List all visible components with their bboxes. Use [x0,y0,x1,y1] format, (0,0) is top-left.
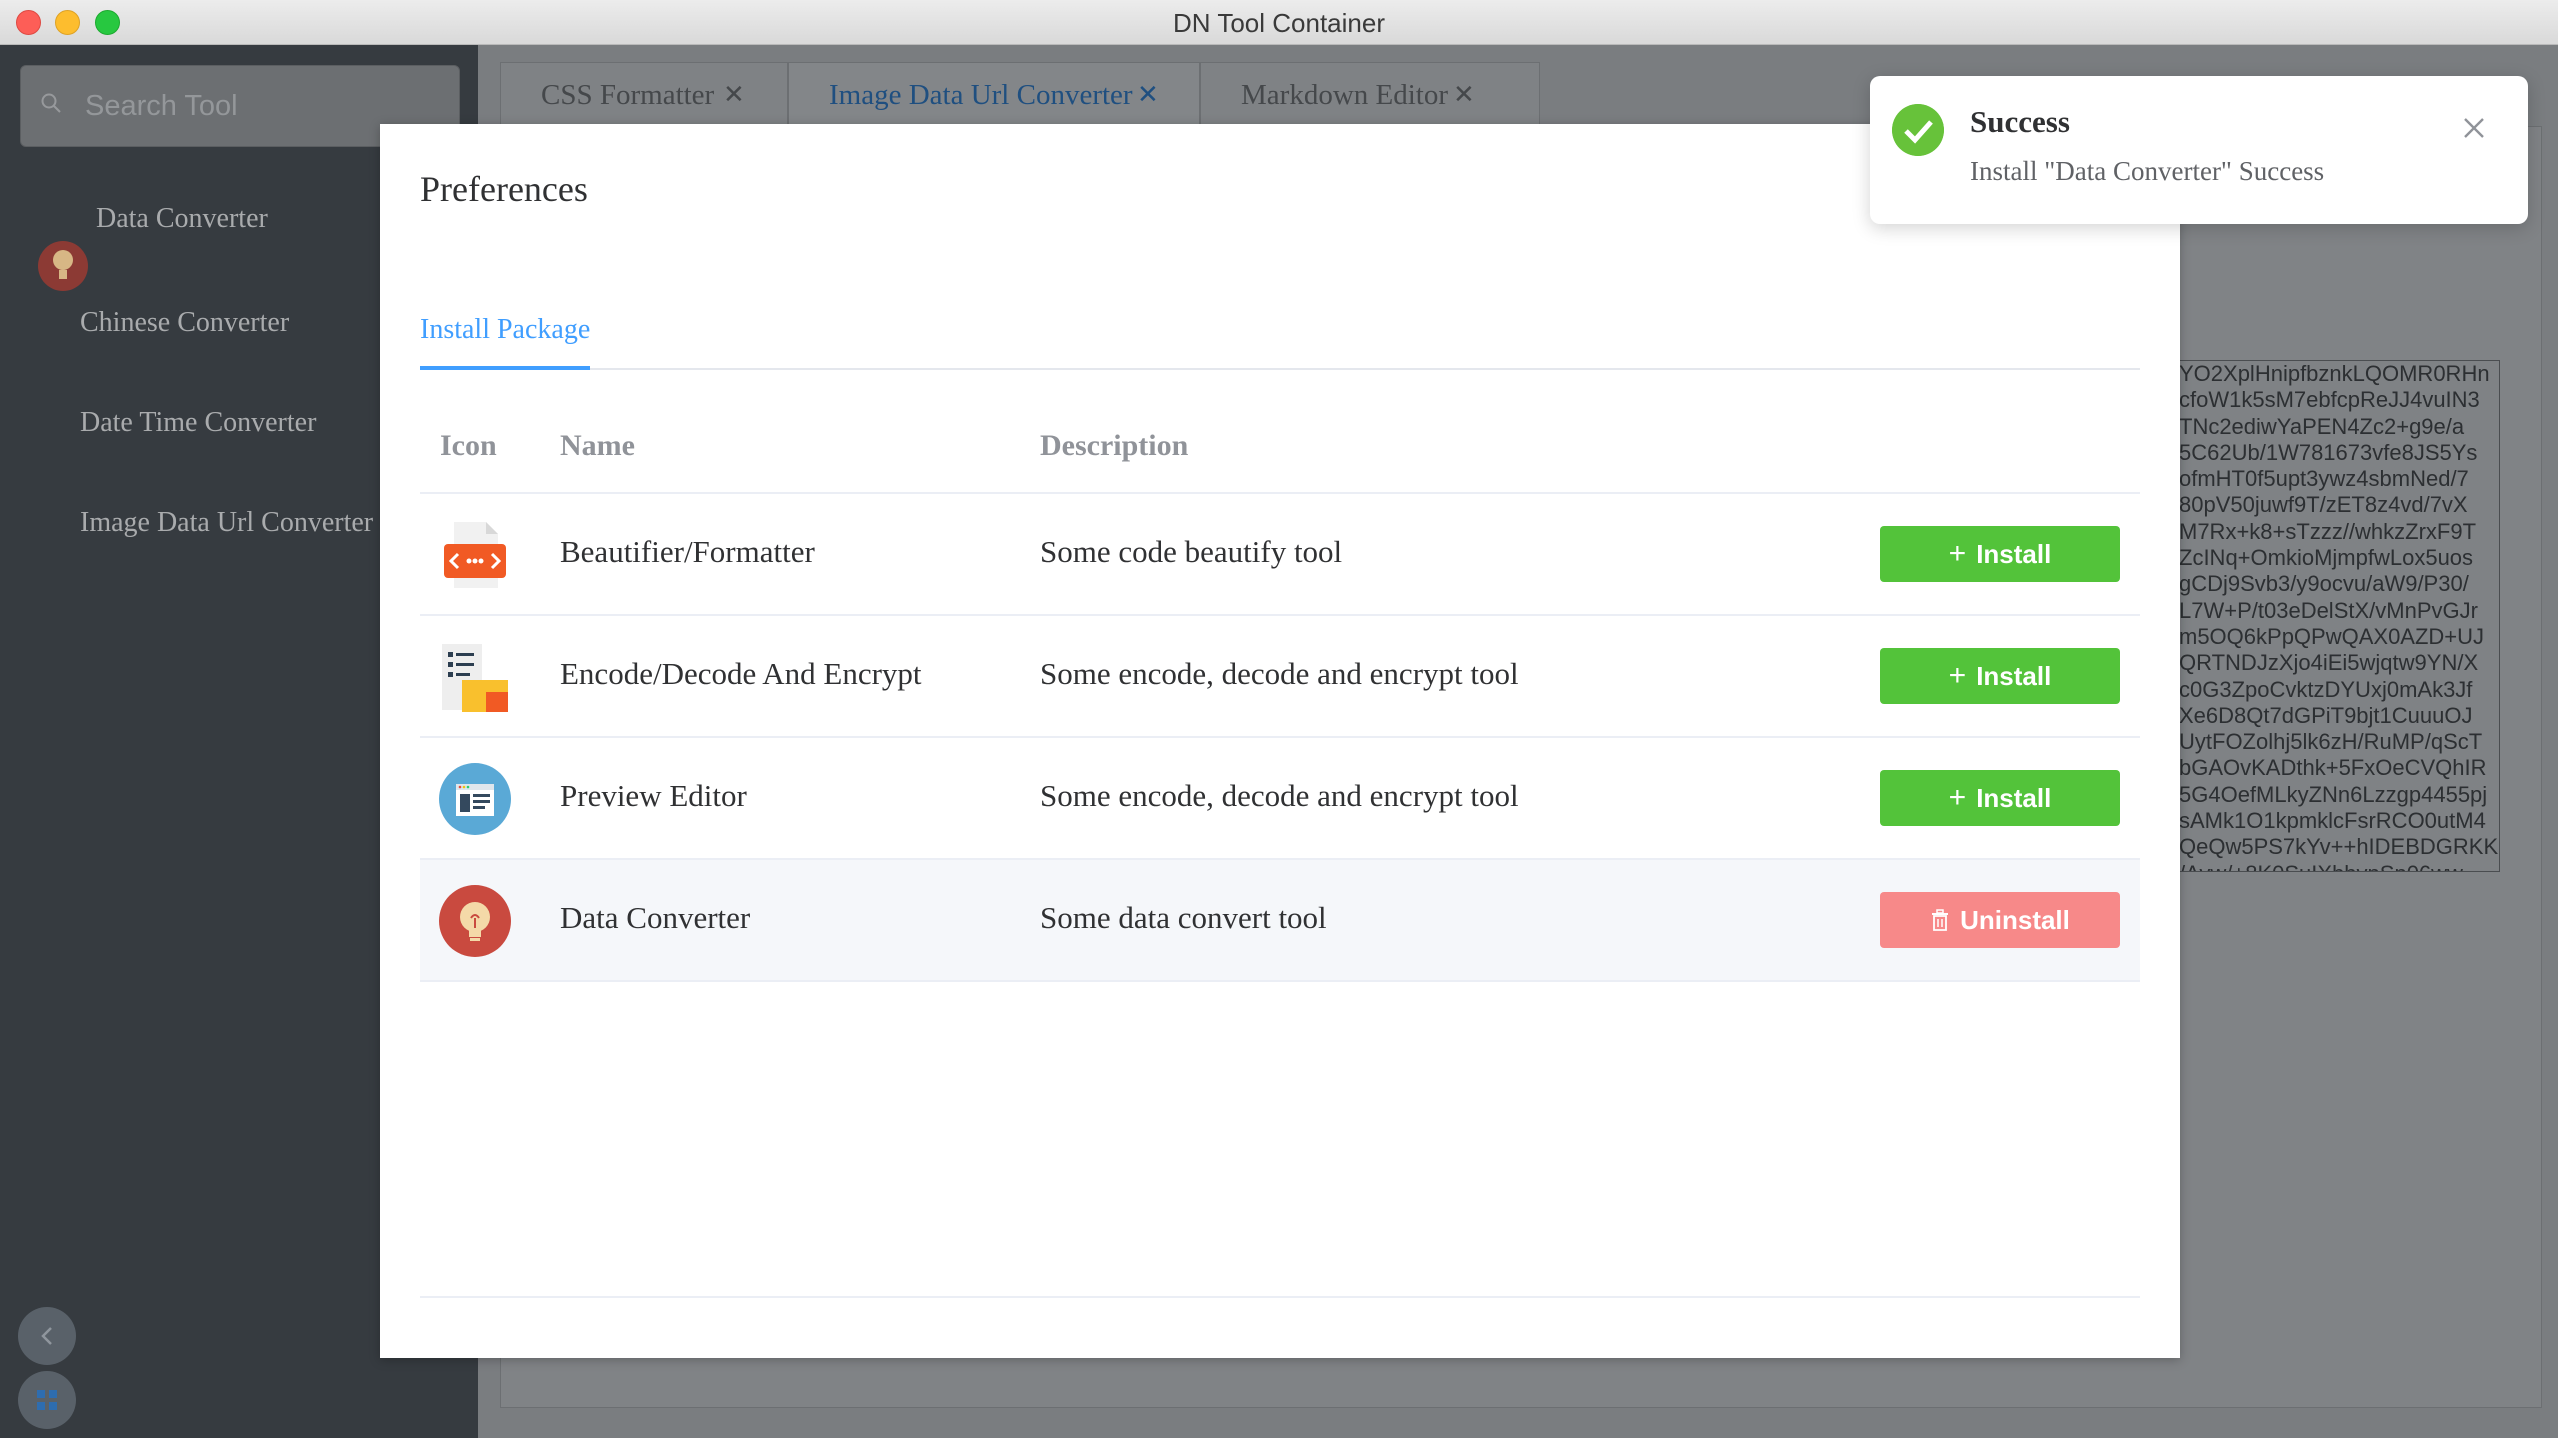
active-tab-indicator [420,366,590,370]
package-description: Some code beautify tool [1040,534,1343,569]
package-description: Some encode, decode and encrypt tool [1040,778,1519,813]
dialog-title: Preferences [420,169,588,209]
notification-message: Install "Data Converter" Success [1970,156,2325,186]
table-row: Beautifier/Formatter Some code beautify … [420,492,2140,616]
tab-label: Markdown Editor [1241,79,1448,111]
package-name: Encode/Decode And Encrypt [560,656,922,691]
table-row: Preview Editor Some encode, decode and e… [420,736,2140,860]
column-header-name: Name [560,429,635,462]
plus-icon: + [1948,781,1967,814]
lightbulb-icon [439,885,511,957]
search-icon [41,93,61,113]
data-converter-app-icon [38,241,88,291]
tab-divider [420,368,2140,370]
trash-icon [1932,909,1949,931]
chevron-left-icon [41,1327,52,1345]
collapse-sidebar-button[interactable] [18,1307,76,1365]
window-titlebar: DN Tool Container [0,0,2558,45]
table-row-divider [420,980,2140,982]
package-description: Some encode, decode and encrypt tool [1040,656,1519,691]
package-name: Preview Editor [560,778,747,813]
package-name: Beautifier/Formatter [560,534,815,569]
tab-label: Image Data Url Converter [829,79,1133,111]
search-input[interactable] [83,82,437,130]
tab-markdown-editor[interactable]: Markdown Editor ✕ [1200,62,1540,126]
close-icon[interactable] [2460,114,2488,142]
sidebar-item-image-data-url-converter[interactable]: Image Data Url Converter [80,507,373,539]
table-row: Data Converter Some data convert tool Un… [420,858,2140,982]
sidebar-item-chinese-converter[interactable]: Chinese Converter [80,307,289,339]
window-title: DN Tool Container [1173,8,1385,38]
tab-css-formatter[interactable]: CSS Formatter ✕ [500,62,788,126]
tab-install-package[interactable]: Install Package [420,314,590,346]
uninstall-button[interactable]: Uninstall [1880,892,2120,948]
success-notification: Success Install "Data Converter" Success [1870,76,2528,224]
apps-grid-button[interactable] [18,1371,76,1429]
plus-icon: + [1948,537,1967,570]
code-file-icon [444,522,506,588]
package-description: Some data convert tool [1040,900,1327,935]
install-button[interactable]: + Install [1880,648,2120,704]
tab-label: CSS Formatter [541,79,715,111]
dialog-footer-divider [420,1296,2140,1298]
preferences-dialog: Preferences Install Package Icon Name De… [380,124,2180,1358]
data-url-output[interactable]: YO2XplHnipfbznkLQOMR0RHn cfoW1k5sM7ebfcp… [2178,360,2500,872]
install-button[interactable]: + Install [1880,770,2120,826]
check-circle-icon [1892,104,1944,156]
tab-image-data-url-converter[interactable]: Image Data Url Converter ✕ [788,62,1200,126]
package-name: Data Converter [560,900,751,935]
sidebar-item-date-time-converter[interactable]: Date Time Converter [80,407,316,439]
plus-icon: + [1948,659,1967,692]
column-header-icon: Icon [440,429,497,462]
table-row: Encode/Decode And Encrypt Some encode, d… [420,614,2140,738]
encrypt-document-icon [442,644,508,712]
browser-window-icon [439,763,511,835]
sidebar-item-data-converter[interactable]: Data Converter [96,203,268,235]
grid-icon [37,1390,57,1410]
column-header-description: Description [1040,429,1189,462]
close-icon[interactable]: ✕ [723,63,745,127]
notification-title: Success [1970,104,2070,139]
close-icon[interactable]: ✕ [1137,63,1159,127]
install-button[interactable]: + Install [1880,526,2120,582]
close-icon[interactable]: ✕ [1453,63,1475,127]
